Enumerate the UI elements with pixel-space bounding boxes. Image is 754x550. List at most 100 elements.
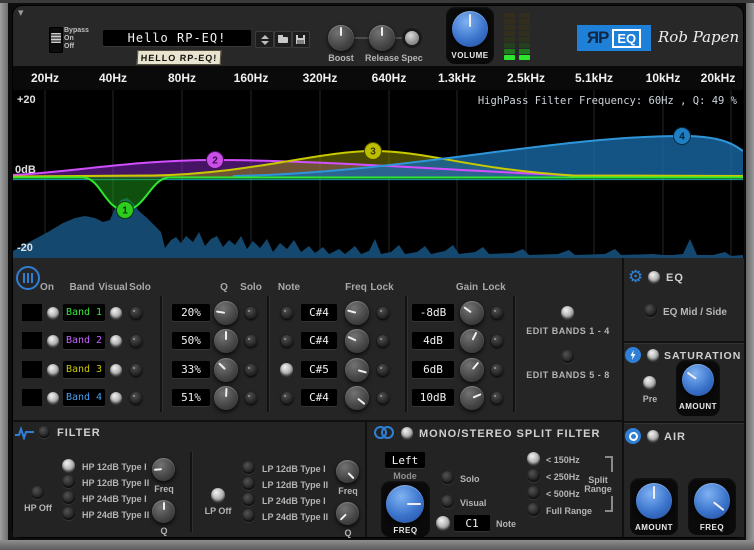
q-knob[interactable] — [214, 329, 238, 353]
gain-lock-knob[interactable] — [491, 392, 503, 404]
filter-enable-led[interactable] — [38, 426, 50, 438]
eq-graph[interactable]: 1 2 3 4 +20 0dB -20 HighPass Filter Freq… — [13, 90, 743, 258]
freq-lock-knob[interactable] — [377, 392, 389, 404]
split-note-display[interactable]: C1 — [454, 515, 490, 531]
note-display[interactable]: C#4 — [301, 389, 337, 406]
saturation-amount-knob[interactable] — [682, 364, 714, 396]
boost-knob[interactable] — [328, 25, 354, 51]
freq-lock-knob[interactable] — [377, 307, 389, 319]
note-toggle[interactable] — [281, 392, 293, 404]
freq-knob[interactable] — [345, 386, 369, 410]
gain-lock-knob[interactable] — [491, 307, 503, 319]
gain-knob[interactable] — [460, 386, 484, 410]
gain-knob[interactable] — [460, 329, 484, 353]
q-knob[interactable] — [214, 358, 238, 382]
q-solo-knob[interactable] — [245, 364, 257, 376]
note-toggle[interactable] — [281, 335, 293, 347]
hp-24-type2-led[interactable] — [62, 507, 75, 520]
gain-lock-knob[interactable] — [491, 364, 503, 376]
band-name-display[interactable]: Band 3 — [63, 361, 105, 378]
band-on-display[interactable] — [22, 304, 42, 321]
band-name-display[interactable]: Band 4 — [63, 389, 105, 406]
freq-knob[interactable] — [345, 301, 369, 325]
band-visual-led[interactable] — [110, 307, 122, 319]
lp-24-type2-led[interactable] — [242, 509, 255, 522]
spec-button[interactable] — [405, 31, 419, 45]
air-amount-knob[interactable] — [636, 483, 672, 519]
range-500-led[interactable] — [527, 486, 540, 499]
note-toggle-led[interactable] — [280, 363, 293, 376]
lp-q-knob[interactable] — [336, 502, 359, 525]
gain-display[interactable]: 4dB — [412, 332, 454, 349]
lp-off-led[interactable] — [211, 488, 225, 502]
lp-12-type1-led[interactable] — [242, 461, 255, 474]
band-solo-knob[interactable] — [130, 335, 142, 347]
freq-lock-knob[interactable] — [377, 335, 389, 347]
saturation-enable-led[interactable] — [647, 349, 659, 361]
gain-display[interactable]: 10dB — [412, 389, 454, 406]
range-150-led[interactable] — [527, 452, 540, 465]
release-knob[interactable] — [369, 25, 395, 51]
q-knob[interactable] — [214, 301, 238, 325]
split-note-led[interactable] — [436, 516, 450, 530]
note-display[interactable]: C#4 — [301, 304, 337, 321]
band-on-display[interactable] — [22, 332, 42, 349]
gain-display[interactable]: -8dB — [412, 304, 454, 321]
hp-24-type1-led[interactable] — [62, 491, 75, 504]
band-name-display[interactable]: Band 1 — [63, 304, 105, 321]
freq-knob[interactable] — [345, 358, 369, 382]
q-solo-knob[interactable] — [245, 307, 257, 319]
volume-knob[interactable] — [452, 11, 488, 47]
gain-lock-knob[interactable] — [491, 335, 503, 347]
band-on-display[interactable] — [22, 389, 42, 406]
preset-prev-next-button[interactable] — [255, 31, 274, 48]
saturation-pre-led[interactable] — [643, 376, 656, 389]
range-full-led[interactable] — [527, 503, 540, 516]
band-on-led[interactable] — [47, 364, 59, 376]
band-solo-knob[interactable] — [130, 392, 142, 404]
hp-12-type2-led[interactable] — [62, 475, 75, 488]
eq-graph-svg[interactable]: 1 2 3 4 — [13, 90, 743, 258]
hp-off-led[interactable] — [31, 486, 44, 499]
band-on-display[interactable] — [22, 361, 42, 378]
split-solo-led[interactable] — [441, 471, 454, 484]
eq-enable-led[interactable] — [648, 271, 660, 283]
lp-12-type2-led[interactable] — [242, 477, 255, 490]
preset-down-icon[interactable] — [261, 41, 269, 45]
q-value-display[interactable]: 50% — [172, 332, 210, 349]
band-solo-knob[interactable] — [130, 307, 142, 319]
split-filter-enable-led[interactable] — [401, 427, 413, 439]
bypass-switch-handle[interactable] — [51, 33, 61, 43]
edit-bands-1-4-led[interactable] — [561, 306, 574, 319]
band-on-led[interactable] — [47, 392, 59, 404]
gain-knob[interactable] — [460, 358, 484, 382]
range-250-led[interactable] — [527, 469, 540, 482]
lp-freq-knob[interactable] — [336, 460, 359, 483]
band-visual-led[interactable] — [110, 364, 122, 376]
preset-display[interactable]: Hello RP-EQ! — [103, 30, 251, 46]
band-solo-knob[interactable] — [130, 364, 142, 376]
freq-knob[interactable] — [345, 329, 369, 353]
band-visual-led[interactable] — [110, 335, 122, 347]
edit-bands-1-4-label[interactable]: EDIT BANDS 1 - 4 — [521, 326, 615, 336]
q-value-display[interactable]: 51% — [172, 389, 210, 406]
preset-load-button[interactable] — [274, 31, 292, 48]
note-display[interactable]: C#4 — [301, 332, 337, 349]
gain-display[interactable]: 6dB — [412, 361, 454, 378]
q-value-display[interactable]: 33% — [172, 361, 210, 378]
freq-lock-knob[interactable] — [377, 364, 389, 376]
eq-mid-side-led[interactable] — [644, 304, 657, 317]
split-freq-knob[interactable] — [386, 485, 424, 523]
hp-12-type1-led[interactable] — [62, 459, 75, 472]
edit-bands-5-8-label[interactable]: EDIT BANDS 5 - 8 — [521, 370, 615, 380]
split-visual-led[interactable] — [441, 495, 454, 508]
note-toggle[interactable] — [281, 307, 293, 319]
hp-q-knob[interactable] — [152, 500, 175, 523]
preset-save-button[interactable] — [292, 31, 310, 48]
note-display[interactable]: C#5 — [301, 361, 337, 378]
preset-up-icon[interactable] — [261, 35, 269, 39]
bypass-switch[interactable] — [49, 27, 63, 53]
air-enable-led[interactable] — [647, 430, 659, 442]
band-visual-led[interactable] — [110, 392, 122, 404]
gain-knob[interactable] — [460, 301, 484, 325]
